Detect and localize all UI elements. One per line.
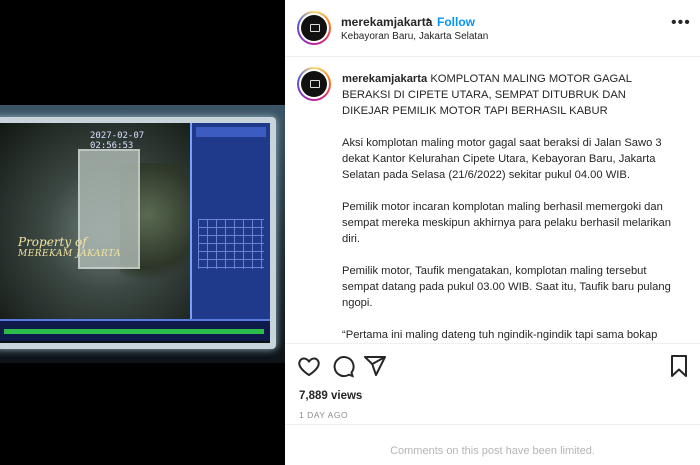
camera-logo-icon (301, 15, 327, 41)
dvr-timeline (0, 319, 270, 341)
post-header: merekamjakarta • Follow Kebayoran Baru, … (285, 0, 700, 57)
comments-limited-notice: Comments on this post have been limited. (285, 424, 700, 465)
post-time[interactable]: 1 DAY AGO (299, 410, 348, 420)
caption-paragraph: Pemilik motor incaran komplotan maling b… (342, 201, 671, 245)
dvr-side-panel (190, 123, 270, 319)
location-link[interactable]: Kebayoran Baru, Jakarta Selatan (341, 31, 488, 42)
dvr-panel-header (196, 127, 266, 137)
cam-timestamp: 2027-02-07 02:56:53 (90, 131, 145, 151)
watermark-line1: Property of (18, 235, 87, 249)
cctv-monitor: 2027-02-07 02:56:53 Property of MEREKAM … (0, 117, 276, 349)
bookmark-icon[interactable] (667, 354, 691, 378)
watermark: Property of MEREKAM JAKARTA (18, 235, 121, 259)
separator-dot: • (426, 13, 431, 27)
caption-paragraph: “Pertama ini maling dateng tuh ngindik-n… (342, 329, 658, 341)
post-media[interactable]: 2027-02-07 02:56:53 Property of MEREKAM … (0, 0, 285, 465)
share-icon[interactable] (363, 354, 387, 378)
follow-button[interactable]: Follow (437, 15, 475, 29)
camera-logo-icon (301, 71, 327, 97)
action-bar (285, 343, 700, 389)
caption-area[interactable]: merekamjakarta KOMPLOTAN MALING MOTOR GA… (285, 57, 700, 343)
header-username[interactable]: merekamjakarta (341, 15, 432, 29)
post-side-panel: merekamjakarta • Follow Kebayoran Baru, … (285, 0, 700, 465)
heart-icon[interactable] (297, 354, 321, 378)
caption-paragraph: Aksi komplotan maling motor gagal saat b… (342, 137, 662, 181)
dvr-calendar-grid (198, 219, 264, 269)
comment-icon[interactable] (331, 354, 355, 378)
video-frame[interactable]: 2027-02-07 02:56:53 Property of MEREKAM … (0, 105, 285, 363)
ellipsis-icon[interactable]: ••• (671, 14, 691, 32)
caption-text: merekamjakarta KOMPLOTAN MALING MOTOR GA… (342, 71, 674, 343)
view-count[interactable]: 7,889 views (299, 390, 362, 402)
watermark-line2: MEREKAM JAKARTA (18, 249, 122, 259)
camera-view: 2027-02-07 02:56:53 Property of MEREKAM … (0, 123, 190, 319)
dvr-timeline-bar (4, 329, 264, 334)
caption-username[interactable]: merekamjakarta (342, 73, 427, 85)
caption-avatar[interactable] (297, 67, 331, 101)
profile-avatar[interactable] (297, 11, 331, 45)
caption-paragraph: Pemilik motor, Taufik mengatakan, komplo… (342, 265, 671, 309)
